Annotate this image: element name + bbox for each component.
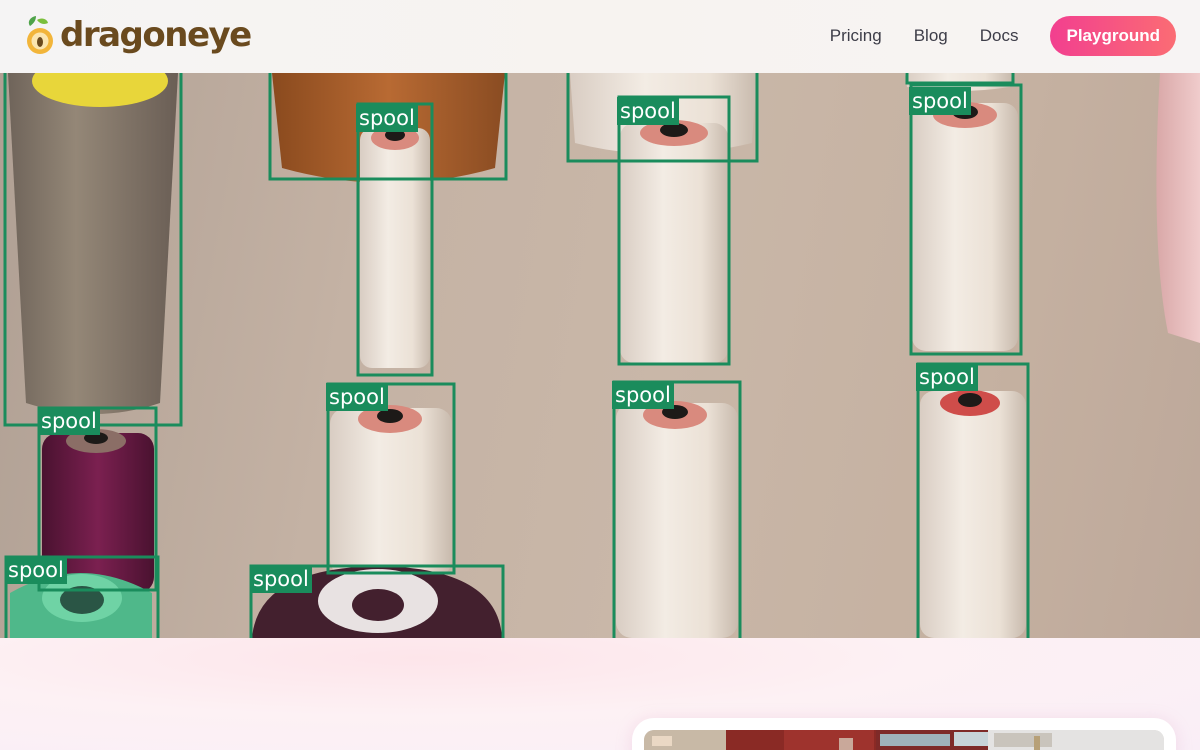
- nav-link-pricing[interactable]: Pricing: [830, 16, 882, 56]
- nav-link-blog[interactable]: Blog: [914, 16, 948, 56]
- street-photo: [644, 730, 1164, 750]
- detection-label: spool: [5, 556, 67, 584]
- brand-name: dragoneye: [60, 15, 252, 55]
- detection-label: spool: [250, 565, 312, 593]
- spool-photo: [3, 73, 1200, 638]
- detection-label: spool: [916, 363, 978, 391]
- detection-label: spool: [38, 407, 100, 435]
- detection-label: spool: [617, 97, 679, 125]
- detection-label: spool: [326, 383, 388, 411]
- top-navbar: dragoneye Pricing Blog Docs Playground: [0, 0, 1200, 73]
- main-nav: Pricing Blog Docs Playground: [830, 16, 1176, 56]
- dragoneye-logo-icon: [27, 16, 53, 54]
- detection-label: spool: [356, 104, 418, 132]
- playground-button[interactable]: Playground: [1050, 16, 1176, 56]
- detection-demo-image: spool spool spool spool spool spool spoo…: [0, 73, 1200, 638]
- detection-label: spool: [909, 87, 971, 115]
- street-photo-thumbnail: [644, 730, 1164, 750]
- nav-link-docs[interactable]: Docs: [980, 16, 1019, 56]
- detection-label: spool: [612, 381, 674, 409]
- preview-card: [632, 718, 1176, 750]
- logo[interactable]: dragoneye: [24, 14, 252, 56]
